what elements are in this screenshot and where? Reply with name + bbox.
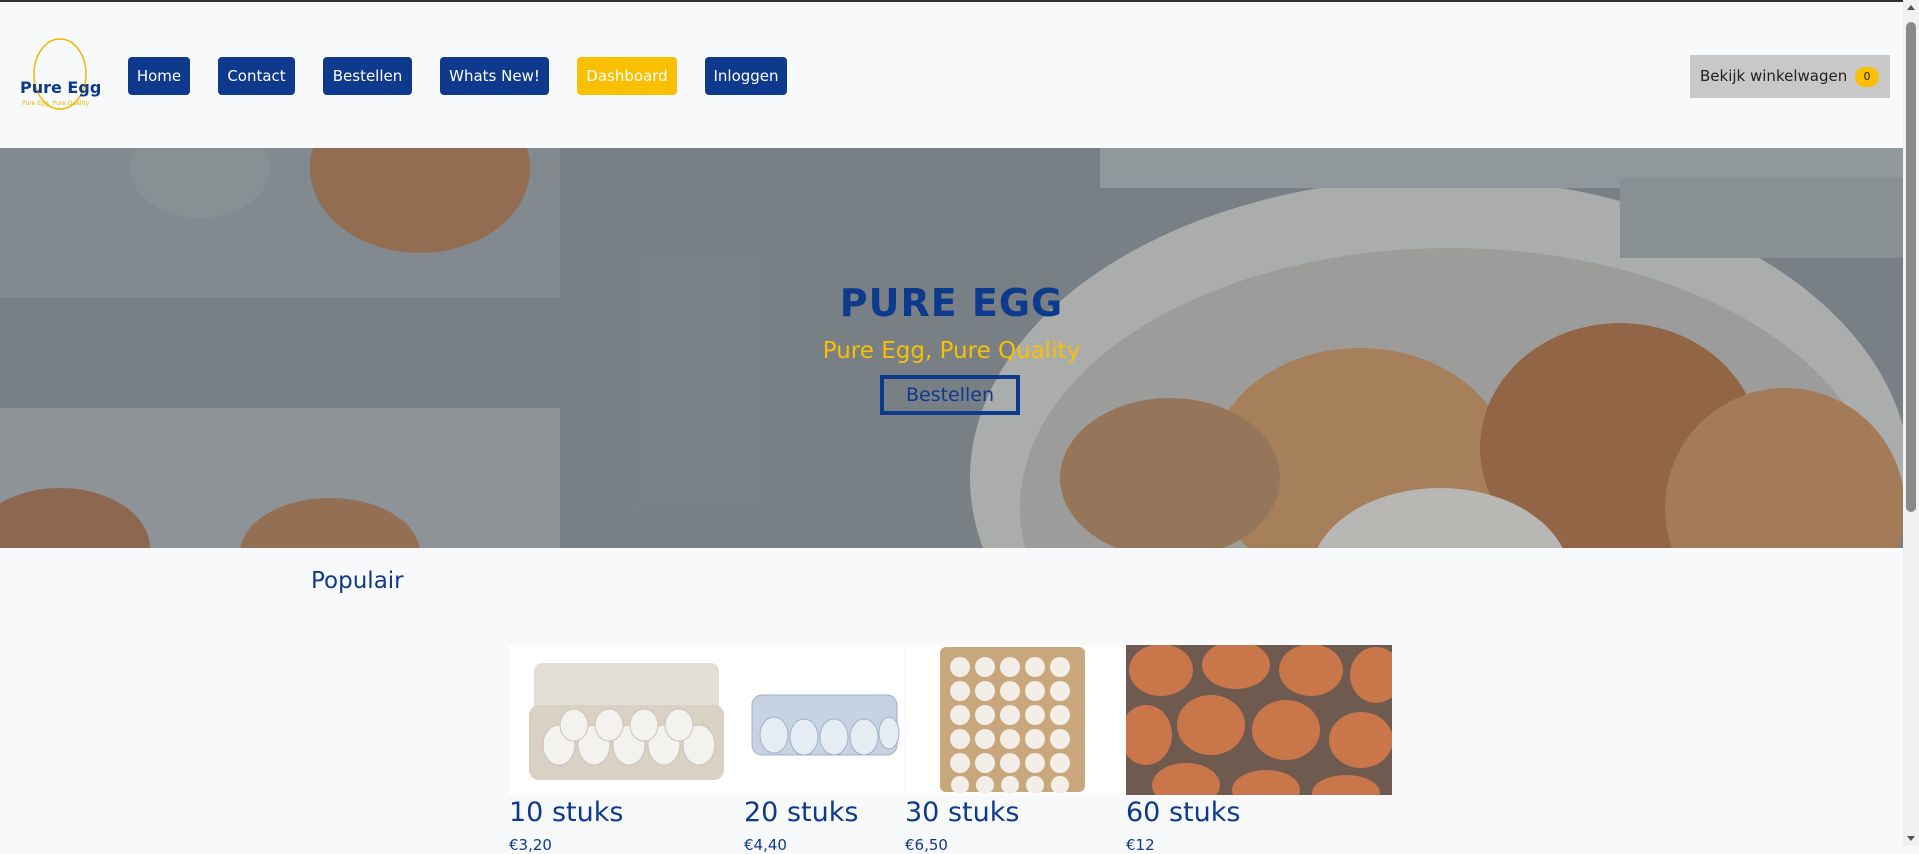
egg-tray-30-image <box>905 645 1125 795</box>
view-cart-button[interactable]: Bekijk winkelwagen 0 <box>1690 55 1890 98</box>
product-price: €6,50 <box>905 836 948 854</box>
logo[interactable]: Pure Egg Pure Egg, Pure Quality <box>18 36 102 112</box>
logo-tagline: Pure Egg, Pure Quality <box>22 100 90 107</box>
egg-carton-20-image <box>744 645 904 795</box>
product-name: 60 stuks <box>1126 797 1241 828</box>
logo-name: Pure Egg <box>20 78 102 97</box>
egg-carton-10-image <box>509 645 744 795</box>
product-name: 30 stuks <box>905 797 1020 828</box>
nav-whats-new-button[interactable]: Whats New! <box>440 57 549 95</box>
scroll-down-arrow-icon[interactable] <box>1907 836 1915 841</box>
scroll-up-arrow-icon[interactable] <box>1907 5 1915 10</box>
product-image <box>1126 645 1392 795</box>
product-image <box>744 645 904 795</box>
cart-count-badge: 0 <box>1855 67 1879 87</box>
header: Pure Egg Pure Egg, Pure Quality Home Con… <box>0 2 1903 148</box>
hero-order-button[interactable]: Bestellen <box>880 375 1020 415</box>
product-card[interactable]: 10 stuks €3,20 <box>509 645 744 854</box>
hero-title: PURE EGG <box>839 281 1064 325</box>
hero-subtitle: Pure Egg, Pure Quality <box>822 338 1081 364</box>
product-name: 20 stuks <box>744 797 859 828</box>
nav-dashboard-button[interactable]: Dashboard <box>577 57 677 95</box>
page-scrollbar[interactable] <box>1903 0 1919 846</box>
product-name: 10 stuks <box>509 797 624 828</box>
popular-heading: Populair <box>311 568 404 594</box>
product-price: €4,40 <box>744 836 787 854</box>
product-card[interactable]: 30 stuks €6,50 <box>905 645 1125 854</box>
product-image <box>905 645 1125 795</box>
product-price: €3,20 <box>509 836 552 854</box>
hero-banner: PURE EGG Pure Egg, Pure Quality Bestelle… <box>0 148 1903 548</box>
nav-bestellen-button[interactable]: Bestellen <box>323 57 412 95</box>
nav-home-button[interactable]: Home <box>128 57 190 95</box>
scrollbar-thumb[interactable] <box>1906 22 1916 512</box>
product-card[interactable]: 60 stuks €12 <box>1126 645 1392 854</box>
product-price: €12 <box>1126 836 1155 854</box>
product-card[interactable]: 20 stuks €4,40 <box>744 645 904 854</box>
product-image <box>509 645 744 795</box>
brown-eggs-60-image <box>1126 645 1392 795</box>
cart-label: Bekijk winkelwagen <box>1700 67 1848 85</box>
nav-contact-button[interactable]: Contact <box>218 57 295 95</box>
nav-inloggen-button[interactable]: Inloggen <box>705 57 787 95</box>
